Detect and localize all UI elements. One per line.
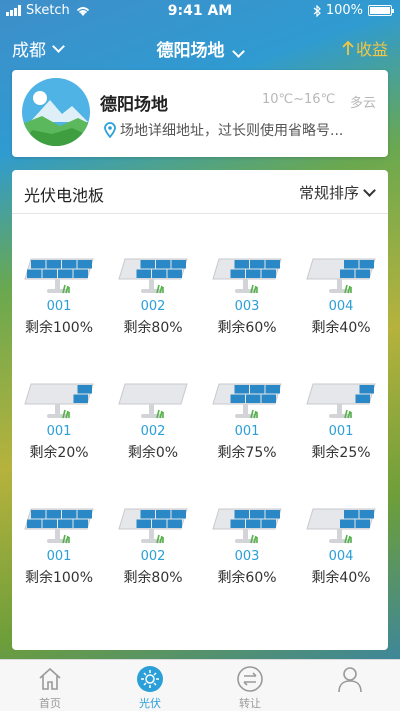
panel-item[interactable]: 004 剩余40% (294, 465, 388, 590)
panel-item[interactable]: 004 剩余40% (294, 215, 388, 340)
panel-remaining: 剩余75% (217, 445, 277, 461)
site-name: 德阳场地 (100, 95, 168, 115)
solar-panel-icon (118, 383, 188, 419)
panel-id: 002 (140, 549, 166, 564)
panel-item[interactable]: 002 剩余80% (106, 465, 200, 590)
panel-id: 001 (46, 299, 72, 314)
panel-remaining: 剩余25% (311, 445, 371, 461)
panel-id: 003 (234, 549, 260, 564)
tab-bar: 首页 光伏 转让 (0, 659, 400, 711)
panel-remaining: 剩余60% (217, 570, 277, 586)
battery-icon (368, 5, 394, 16)
solar-panel-icon (306, 258, 376, 294)
panel-item[interactable]: 001 剩余20% (12, 340, 106, 465)
site-selector[interactable]: 德阳场地 (0, 36, 400, 61)
site-title: 德阳场地 (156, 41, 225, 61)
site-address: 场地详细地址，过长则使用省略号... (104, 120, 343, 140)
user-icon (338, 667, 362, 693)
tab-label: 首页 (39, 697, 61, 710)
chevron-down-icon (363, 183, 376, 197)
panel-remaining: 剩余40% (311, 570, 371, 586)
panel-remaining: 剩余0% (127, 445, 179, 461)
app-header: 成都 德阳场地 收益 (0, 28, 400, 64)
solar-panel-icon (118, 508, 188, 544)
transfer-icon (237, 666, 263, 692)
income-label: 收益 (355, 40, 388, 59)
panel-item[interactable]: 003 剩余60% (200, 215, 294, 340)
site-info-card[interactable]: 德阳场地 10℃~16℃ 多云 场地详细地址，过长则使用省略号... (12, 70, 388, 157)
sort-label: 常规排序 (298, 184, 359, 202)
panel-remaining: 剩余100% (24, 320, 94, 336)
panel-id: 001 (46, 424, 72, 439)
panel-id: 001 (46, 549, 72, 564)
solar-panel-icon (212, 258, 282, 294)
panel-id: 002 (140, 424, 166, 439)
panel-remaining: 剩余100% (24, 570, 94, 586)
tab-home[interactable]: 首页 (0, 660, 100, 711)
panel-list-card: 光伏电池板 常规排序 001 剩余100% 002 剩余80% 003 剩余60% 004 剩… (12, 170, 388, 650)
solar-panel-icon (306, 383, 376, 419)
panel-item[interactable]: 002 剩余0% (106, 340, 200, 465)
solar-panel-icon (306, 508, 376, 544)
weather-text: 多云 (349, 96, 376, 111)
panel-list-header: 光伏电池板 常规排序 (12, 170, 388, 214)
panel-id: 003 (234, 299, 260, 314)
solar-panel-icon (24, 258, 94, 294)
solar-panel-icon (212, 508, 282, 544)
bluetooth-icon (313, 4, 321, 17)
solar-panel-icon (118, 258, 188, 294)
panel-item[interactable]: 001 剩余100% (12, 215, 106, 340)
panel-id: 001 (328, 424, 354, 439)
solar-panel-icon (24, 383, 94, 419)
tab-solar[interactable]: 光伏 (100, 660, 200, 711)
home-icon (39, 667, 61, 690)
location-pin-icon (104, 122, 116, 138)
panel-list-title: 光伏电池板 (24, 186, 105, 205)
site-address-text: 场地详细地址，过长则使用省略号... (120, 123, 344, 139)
panel-id: 004 (328, 299, 354, 314)
panel-item[interactable]: 001 剩余25% (294, 340, 388, 465)
panel-id: 002 (140, 299, 166, 314)
panel-remaining: 剩余80% (123, 320, 183, 336)
sun-icon (137, 666, 163, 692)
panel-grid: 001 剩余100% 002 剩余80% 003 剩余60% 004 剩余40% 001 剩余20… (12, 215, 388, 590)
tab-profile[interactable] (300, 660, 400, 711)
status-bar: Sketch 9:41 AM 100% (0, 0, 400, 22)
panel-remaining: 剩余60% (217, 320, 277, 336)
solar-panel-icon (24, 508, 94, 544)
site-avatar (22, 78, 90, 146)
panel-remaining: 剩余80% (123, 570, 183, 586)
chevron-down-icon (232, 45, 246, 58)
panel-item[interactable]: 001 剩余100% (12, 465, 106, 590)
panel-item[interactable]: 003 剩余60% (200, 465, 294, 590)
temperature-range: 10℃~16℃ (262, 92, 336, 107)
solar-panel-icon (212, 383, 282, 419)
panel-remaining: 剩余20% (29, 445, 89, 461)
tab-label: 转让 (239, 697, 261, 710)
panel-item[interactable]: 001 剩余75% (200, 340, 294, 465)
tab-label: 光伏 (139, 697, 161, 710)
panel-id: 001 (234, 424, 260, 439)
sort-dropdown[interactable]: 常规排序 (298, 182, 376, 203)
tab-transfer[interactable]: 转让 (200, 660, 300, 711)
panel-remaining: 剩余40% (311, 320, 371, 336)
arrow-up-icon (342, 40, 354, 55)
battery-percent: 100% (325, 3, 363, 18)
panel-item[interactable]: 002 剩余80% (106, 215, 200, 340)
panel-id: 004 (328, 549, 354, 564)
income-button[interactable]: 收益 (342, 36, 388, 60)
